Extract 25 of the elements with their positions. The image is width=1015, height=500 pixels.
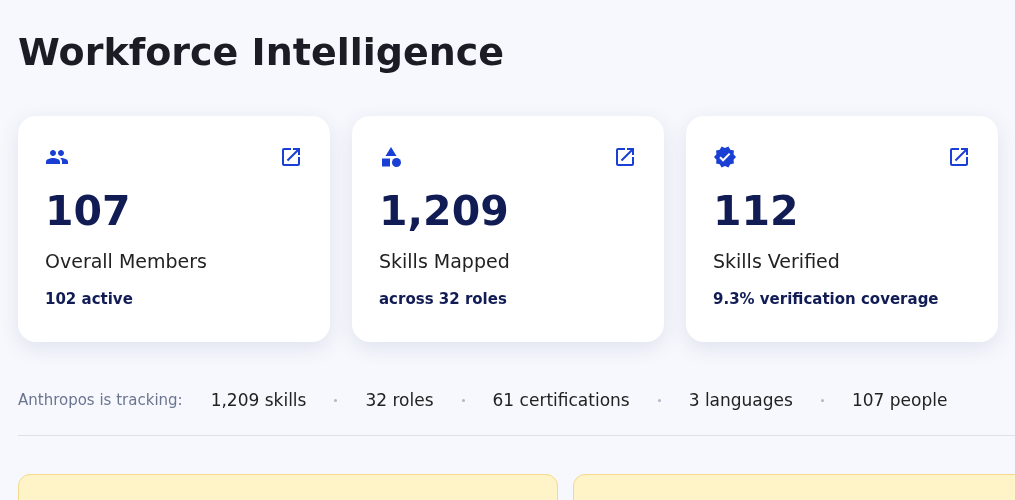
stat-value: 1,209 [379, 186, 510, 236]
stat-detail: 102 active [45, 290, 134, 308]
separator-dot [657, 398, 661, 402]
external-link-icon[interactable] [947, 145, 971, 169]
verified-badge-icon [713, 145, 737, 169]
separator-dot [820, 398, 824, 402]
tracking-item: 1,209 skills [210, 390, 307, 410]
tracking-item: 61 certifications [492, 390, 630, 410]
stat-detail: 9.3% verification coverage [713, 290, 940, 308]
shapes-icon [379, 145, 403, 169]
external-link-icon[interactable] [279, 145, 303, 169]
stat-label: Skills Verified [713, 250, 841, 272]
stat-value: 107 [45, 186, 132, 236]
tracking-item: 3 languages [688, 390, 793, 410]
tracking-item: 107 people [851, 390, 948, 410]
separator-dot [334, 398, 338, 402]
page-title: Workforce Intelligence [18, 29, 506, 76]
stat-label: Skills Mapped [379, 250, 511, 272]
stat-label: Overall Members [45, 250, 208, 272]
tracking-item: 32 roles [365, 390, 434, 410]
external-link-icon[interactable] [613, 145, 637, 169]
stat-value: 112 [713, 186, 800, 236]
stat-detail: across 32 roles [379, 290, 508, 308]
separator-dot [461, 398, 465, 402]
tracking-label: Anthropos is tracking: [18, 391, 183, 409]
